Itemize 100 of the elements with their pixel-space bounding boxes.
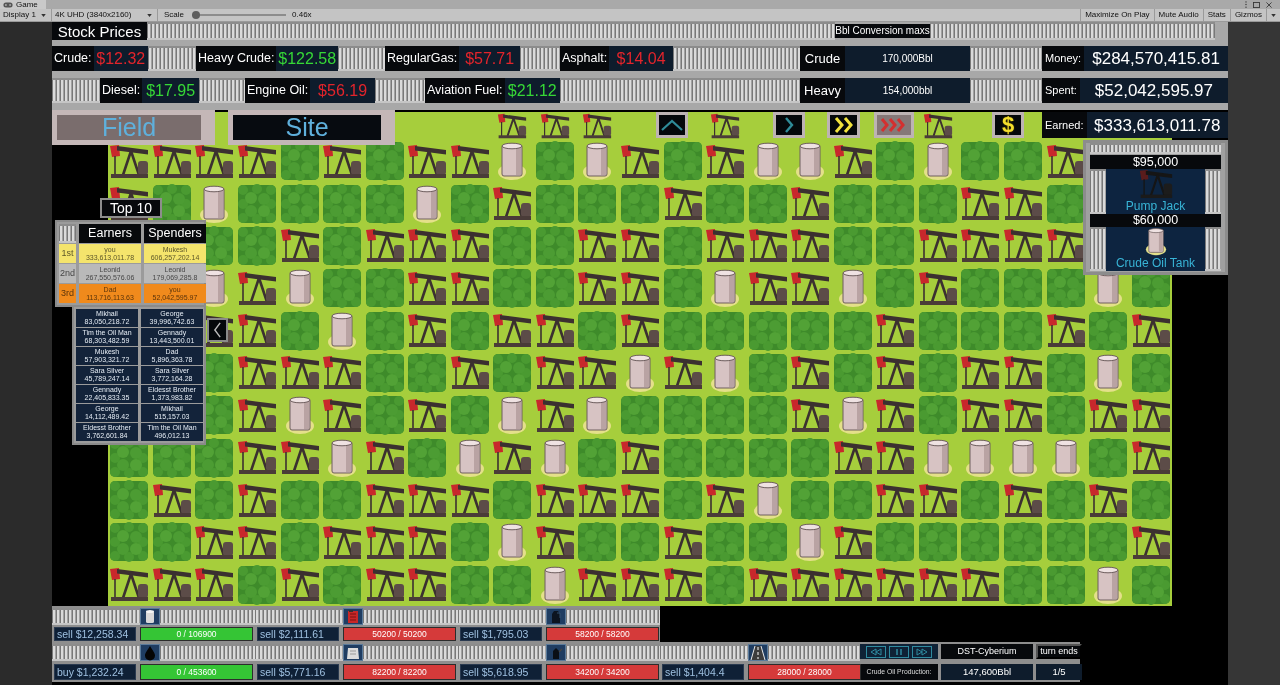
pump-jack-icon	[832, 143, 873, 179]
pump-jack-icon	[364, 524, 405, 560]
pump-jack-icon	[832, 524, 873, 560]
trade-button[interactable]: sell $5,771.16	[257, 664, 339, 680]
finance-value: $284,570,415.81	[1084, 46, 1228, 71]
resolution-dropdown[interactable]: 4K UHD (3840x2160)	[52, 9, 158, 21]
fast-forward-icon[interactable]	[912, 645, 932, 658]
bush-icon	[747, 522, 788, 563]
pump-jack-icon	[875, 355, 916, 391]
bush-icon	[364, 353, 405, 393]
close-icon[interactable]	[1266, 1, 1272, 8]
trade-button[interactable]: buy $1,232.24	[54, 664, 136, 680]
trade-button[interactable]: sell $2,111.61	[257, 627, 339, 641]
column-header: Earners	[79, 224, 141, 243]
end-turn-button[interactable]: turn ends	[1036, 644, 1082, 659]
trade-button[interactable]: sell $1,404.4	[662, 664, 744, 680]
pump-jack-icon	[1130, 397, 1171, 433]
tank-icon	[199, 183, 230, 224]
pump-jack-icon	[705, 228, 746, 264]
tank-icon	[1093, 564, 1124, 605]
pump-jack-icon	[492, 440, 533, 476]
price-value: $12.32	[93, 46, 148, 71]
pump-jack-icon	[620, 228, 660, 264]
pump-jack-icon	[534, 397, 575, 433]
tank-icon	[497, 522, 528, 563]
next-button[interactable]	[773, 112, 805, 138]
pump-jack-icon	[1088, 482, 1129, 518]
vent-grille	[148, 46, 196, 71]
location-label: DST-Cyberium	[941, 644, 1033, 659]
game-tab[interactable]: Game	[0, 0, 46, 9]
pause-icon[interactable]	[889, 645, 909, 658]
conversion-value: 170,000Bbl	[845, 46, 970, 71]
tank-icon	[625, 353, 655, 393]
vent-grille	[970, 78, 1042, 103]
tank-icon	[795, 141, 826, 182]
bush-icon	[449, 395, 490, 436]
fastest-button[interactable]	[874, 112, 914, 138]
bush-icon	[747, 395, 788, 436]
bush-icon	[194, 480, 235, 521]
tank-icon	[1144, 227, 1167, 256]
pump-jack-icon	[322, 397, 363, 433]
price-label: Crude:	[52, 46, 94, 71]
bush-icon	[747, 437, 788, 478]
rank-label: 1st	[59, 244, 76, 263]
up-button[interactable]	[656, 112, 688, 138]
tank-icon	[497, 141, 528, 182]
bush-icon	[492, 564, 533, 605]
toolbar-button[interactable]: Maximize On Play	[1080, 9, 1154, 21]
toolbar-button[interactable]: Mute Audio	[1153, 9, 1203, 21]
pump-jack-icon	[1130, 440, 1171, 476]
bush-icon	[832, 183, 873, 224]
finance-label: Spent:	[1042, 78, 1080, 103]
dollar-button[interactable]: $	[992, 112, 1024, 138]
pump-jack-icon	[705, 482, 746, 518]
column-header: Spenders	[144, 224, 206, 243]
bush-icon	[705, 310, 746, 351]
drop-icon	[140, 644, 160, 661]
pump-jack-icon	[662, 355, 703, 391]
pump-jack-icon	[1003, 397, 1044, 433]
pump-jack-icon	[917, 567, 958, 603]
slider-thumb[interactable]	[192, 11, 200, 19]
bush-icon	[662, 437, 703, 478]
finance-value: $333,613,011.78	[1086, 112, 1228, 138]
bush-icon	[236, 564, 277, 605]
pump-jack-icon	[236, 524, 277, 560]
trade-button[interactable]: sell $5,618.95	[460, 664, 542, 680]
pump-jack-icon	[364, 228, 405, 264]
bush-icon	[917, 353, 958, 393]
price-label: Diesel:	[100, 78, 143, 103]
bush-icon	[1045, 564, 1086, 605]
toolbar-button[interactable]: Stats	[1202, 9, 1230, 21]
rewind-icon[interactable]	[866, 645, 886, 658]
pump-jack-icon	[407, 313, 448, 349]
gamepad-icon	[3, 1, 13, 8]
pump-jack-icon	[705, 143, 746, 179]
shop-item[interactable]: Pump Jack	[1106, 168, 1205, 214]
pump-jack-icon	[449, 228, 490, 264]
pump-jack-icon	[407, 228, 448, 264]
bush-icon	[747, 310, 788, 351]
caret-icon[interactable]	[1271, 13, 1276, 17]
pump-jack-icon	[790, 270, 831, 306]
pump-jack-icon	[497, 113, 528, 139]
view-tab[interactable]: Site	[228, 110, 395, 145]
toolbar-button[interactable]: Gizmos	[1229, 9, 1266, 21]
collapse-button[interactable]	[207, 318, 228, 342]
trade-button[interactable]: sell $1,795.03	[460, 627, 542, 641]
shop-item[interactable]: Crude Oil Tank	[1106, 227, 1205, 271]
bush-icon	[449, 183, 490, 224]
fast-forward-button[interactable]	[827, 112, 860, 138]
pump-jack-icon	[236, 313, 277, 349]
bush-icon	[534, 183, 575, 224]
trade-button[interactable]: sell $12,258.34	[54, 627, 136, 641]
bush-icon	[1130, 480, 1171, 521]
pump-jack-icon	[1138, 168, 1173, 199]
display-dropdown[interactable]: Display 1	[0, 9, 52, 21]
bush-icon	[279, 183, 320, 224]
maximize-icon[interactable]	[1253, 1, 1260, 8]
vent-grille	[1090, 168, 1106, 214]
section-title: Bbl Conversion maxs	[835, 24, 930, 38]
bush-icon	[577, 437, 618, 478]
